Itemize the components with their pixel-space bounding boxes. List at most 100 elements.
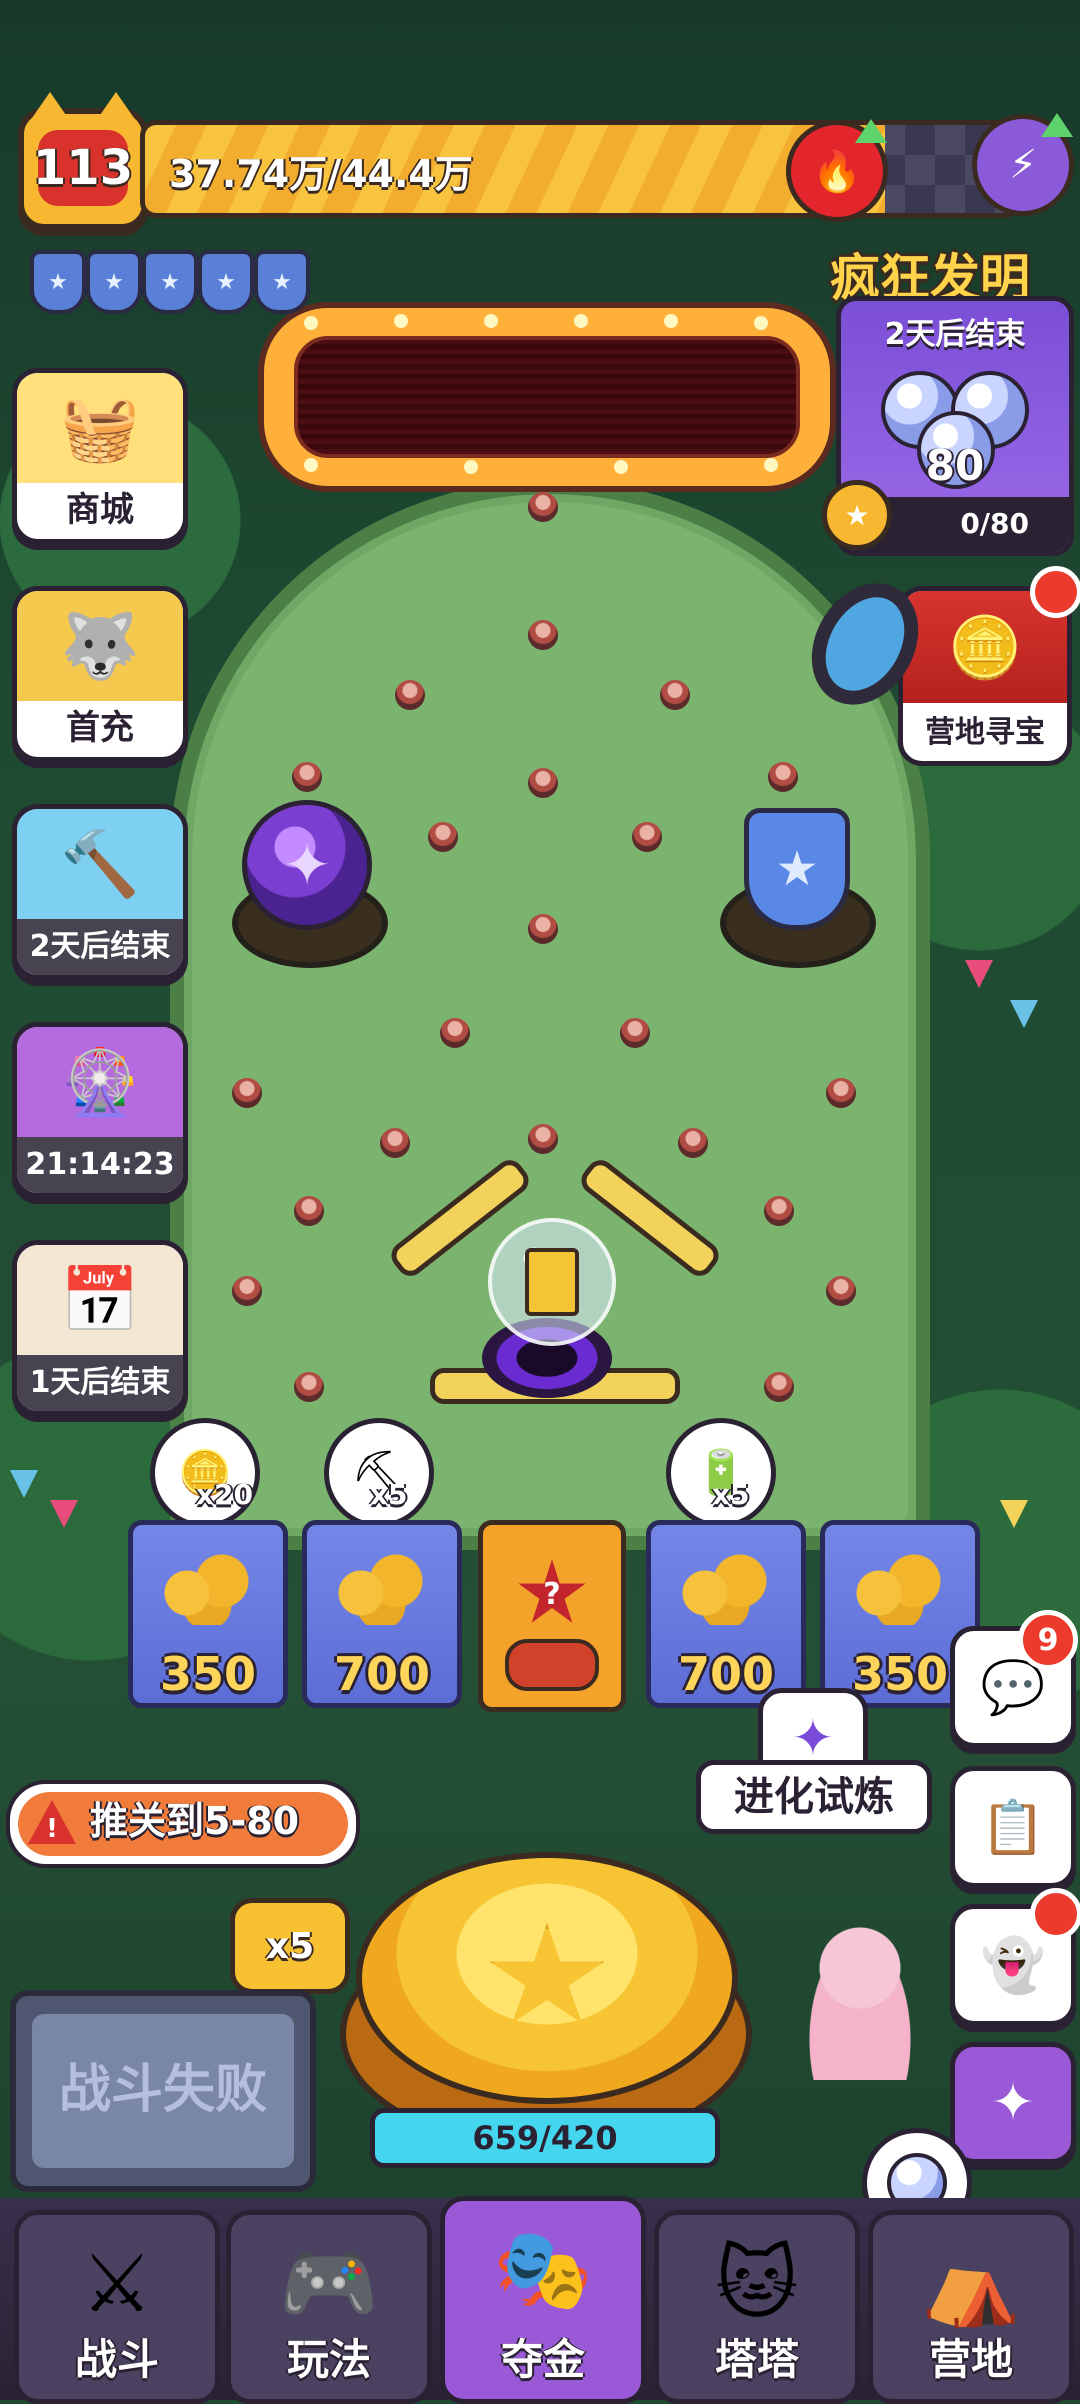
peg [764, 1196, 794, 1226]
pet-skill-button[interactable]: ✦ [950, 2042, 1076, 2164]
nav-battle-label: 战斗 [74, 2335, 159, 2384]
prize-slot: 350 [128, 1520, 288, 1708]
pickaxe-icon: ⛏ [324, 1418, 434, 1528]
shield-icon: ★ [142, 250, 198, 314]
coin-pile-icon [849, 1545, 949, 1625]
tasks-button[interactable]: 📋 [950, 1766, 1076, 1888]
wheel-icon: 🎡 [17, 1027, 183, 1137]
gift-bubble [488, 1218, 616, 1346]
peg [528, 1124, 558, 1154]
peg [632, 822, 662, 852]
chat-unread-badge: 9 [1018, 1610, 1078, 1670]
launch-energy-counter: 659/420 [370, 2108, 720, 2168]
stage-requirement-text: 推关到5-80 [18, 1792, 348, 1856]
pink-creature-pet [800, 1920, 920, 2080]
nav-camp-label: 营地 [928, 2335, 1013, 2384]
launch-button[interactable] [356, 1852, 738, 2104]
reward-count: x20 [196, 1478, 254, 1511]
hammer-event-timer: 2天后结束 [17, 919, 183, 975]
camp-treasure-label: 营地寻宝 [925, 715, 1045, 750]
bunting-flag [1010, 1000, 1038, 1028]
peg [620, 1018, 650, 1048]
first-recharge-button[interactable]: 🐺 首充 [12, 586, 188, 762]
peg [528, 492, 558, 522]
nav-gameplay[interactable]: 🎮 玩法 [226, 2210, 432, 2404]
peg [395, 680, 425, 710]
coin-pile-icon [331, 1545, 431, 1625]
battle-status-text: 战斗失败 [32, 2014, 294, 2168]
peg [428, 822, 458, 852]
bunting-flag [965, 960, 993, 988]
peg [764, 1372, 794, 1402]
shopping-basket-icon: 🧺 [17, 373, 183, 483]
nav-battle[interactable]: ⚔ 战斗 [14, 2210, 220, 2404]
slot-value: 700 [333, 1647, 431, 1701]
purple-star-orb-icon: ✦ [242, 800, 372, 930]
gamepad-icon: 🎮 [279, 2237, 379, 2330]
hammer-event-button[interactable]: 🔨 2天后结束 [12, 804, 188, 980]
level-upgrade-button[interactable]: ⚡ [972, 113, 1074, 216]
experience-bar: 37.74万/44.4万 [140, 120, 1020, 218]
peg [660, 680, 690, 710]
event-timer: 2天后结束 [884, 317, 1026, 352]
event-orb-count: 80 [925, 441, 985, 490]
peg [294, 1372, 324, 1402]
peg [292, 762, 322, 792]
nav-tata-label: 塔塔 [714, 2335, 799, 2384]
peg [232, 1276, 262, 1306]
lightning-icon: ⚡ [1008, 142, 1038, 188]
hammer-icon: 🔨 [17, 809, 183, 919]
evolution-trial-label: 进化试炼 [696, 1760, 932, 1834]
marquee-board [258, 302, 836, 492]
peg [826, 1078, 856, 1108]
player-level-badge[interactable]: 113 [18, 92, 148, 230]
masks-icon: 🎭 [493, 2223, 593, 2316]
shield-icon: ★ [86, 250, 142, 314]
peg [294, 1196, 324, 1226]
battle-status-panel[interactable]: 战斗失败 [10, 1990, 316, 2192]
notification-dot [1030, 566, 1080, 618]
calendar-event-timer: 1天后结束 [17, 1355, 183, 1411]
marquee-bulb [304, 316, 318, 330]
evolution-trial-button[interactable]: ✦ 进化试炼 [696, 1688, 932, 1834]
calendar-event-button[interactable]: 📅 1天后结束 [12, 1240, 188, 1416]
power-upgrade-button[interactable]: 🔥 [786, 119, 888, 222]
shop-label: 商城 [66, 490, 134, 530]
nav-camp[interactable]: ⛺ 营地 [868, 2210, 1074, 2404]
shop-button[interactable]: 🧺 商城 [12, 368, 188, 544]
mystery-mark: ? [543, 1576, 561, 1612]
first-recharge-label: 首充 [66, 708, 134, 748]
peg [380, 1128, 410, 1158]
player-level: 113 [33, 130, 133, 206]
nav-gold-rush-label: 夺金 [500, 2335, 585, 2384]
upgrade-arrow-icon [855, 119, 887, 143]
peg [528, 914, 558, 944]
battery-icon: 🔋 [666, 1418, 776, 1528]
bunting-flag [1000, 1500, 1028, 1528]
peg [232, 1078, 262, 1108]
marquee-bulb [464, 460, 478, 474]
launch-multiplier-button[interactable]: x5 [230, 1898, 350, 1994]
notification-dot [1030, 1888, 1080, 1940]
marquee-bulb [484, 314, 498, 328]
prize-slot: 700 [302, 1520, 462, 1708]
marquee-bulb [614, 460, 628, 474]
friends-icon: 👻 [980, 1935, 1046, 1996]
blue-shield-icon: ★ [744, 808, 850, 930]
flame-icon: 🔥 [812, 148, 862, 195]
coin-pile-icon [157, 1545, 257, 1625]
clipboard-check-icon: 📋 [980, 1797, 1046, 1858]
shield-icon: ★ [198, 250, 254, 314]
slot-value: 350 [159, 1647, 257, 1701]
reward-count: x5 [370, 1478, 408, 1511]
nav-gold-rush[interactable]: 🎭 夺金 [440, 2196, 646, 2404]
cat-star-icon: ✦ [991, 2073, 1035, 2133]
marquee-bulb [754, 316, 768, 330]
star-icon [489, 1923, 605, 2024]
wheel-event-button[interactable]: 🎡 21:14:23 [12, 1022, 188, 1198]
nav-tata[interactable]: 🐱 塔塔 [654, 2210, 860, 2404]
mystery-prize-slot: ? [478, 1520, 626, 1712]
stage-requirement-banner[interactable]: 推关到5-80 ! [6, 1780, 360, 1868]
bunting-flag [50, 1500, 78, 1528]
coin-icon: 🪙 [150, 1418, 260, 1528]
